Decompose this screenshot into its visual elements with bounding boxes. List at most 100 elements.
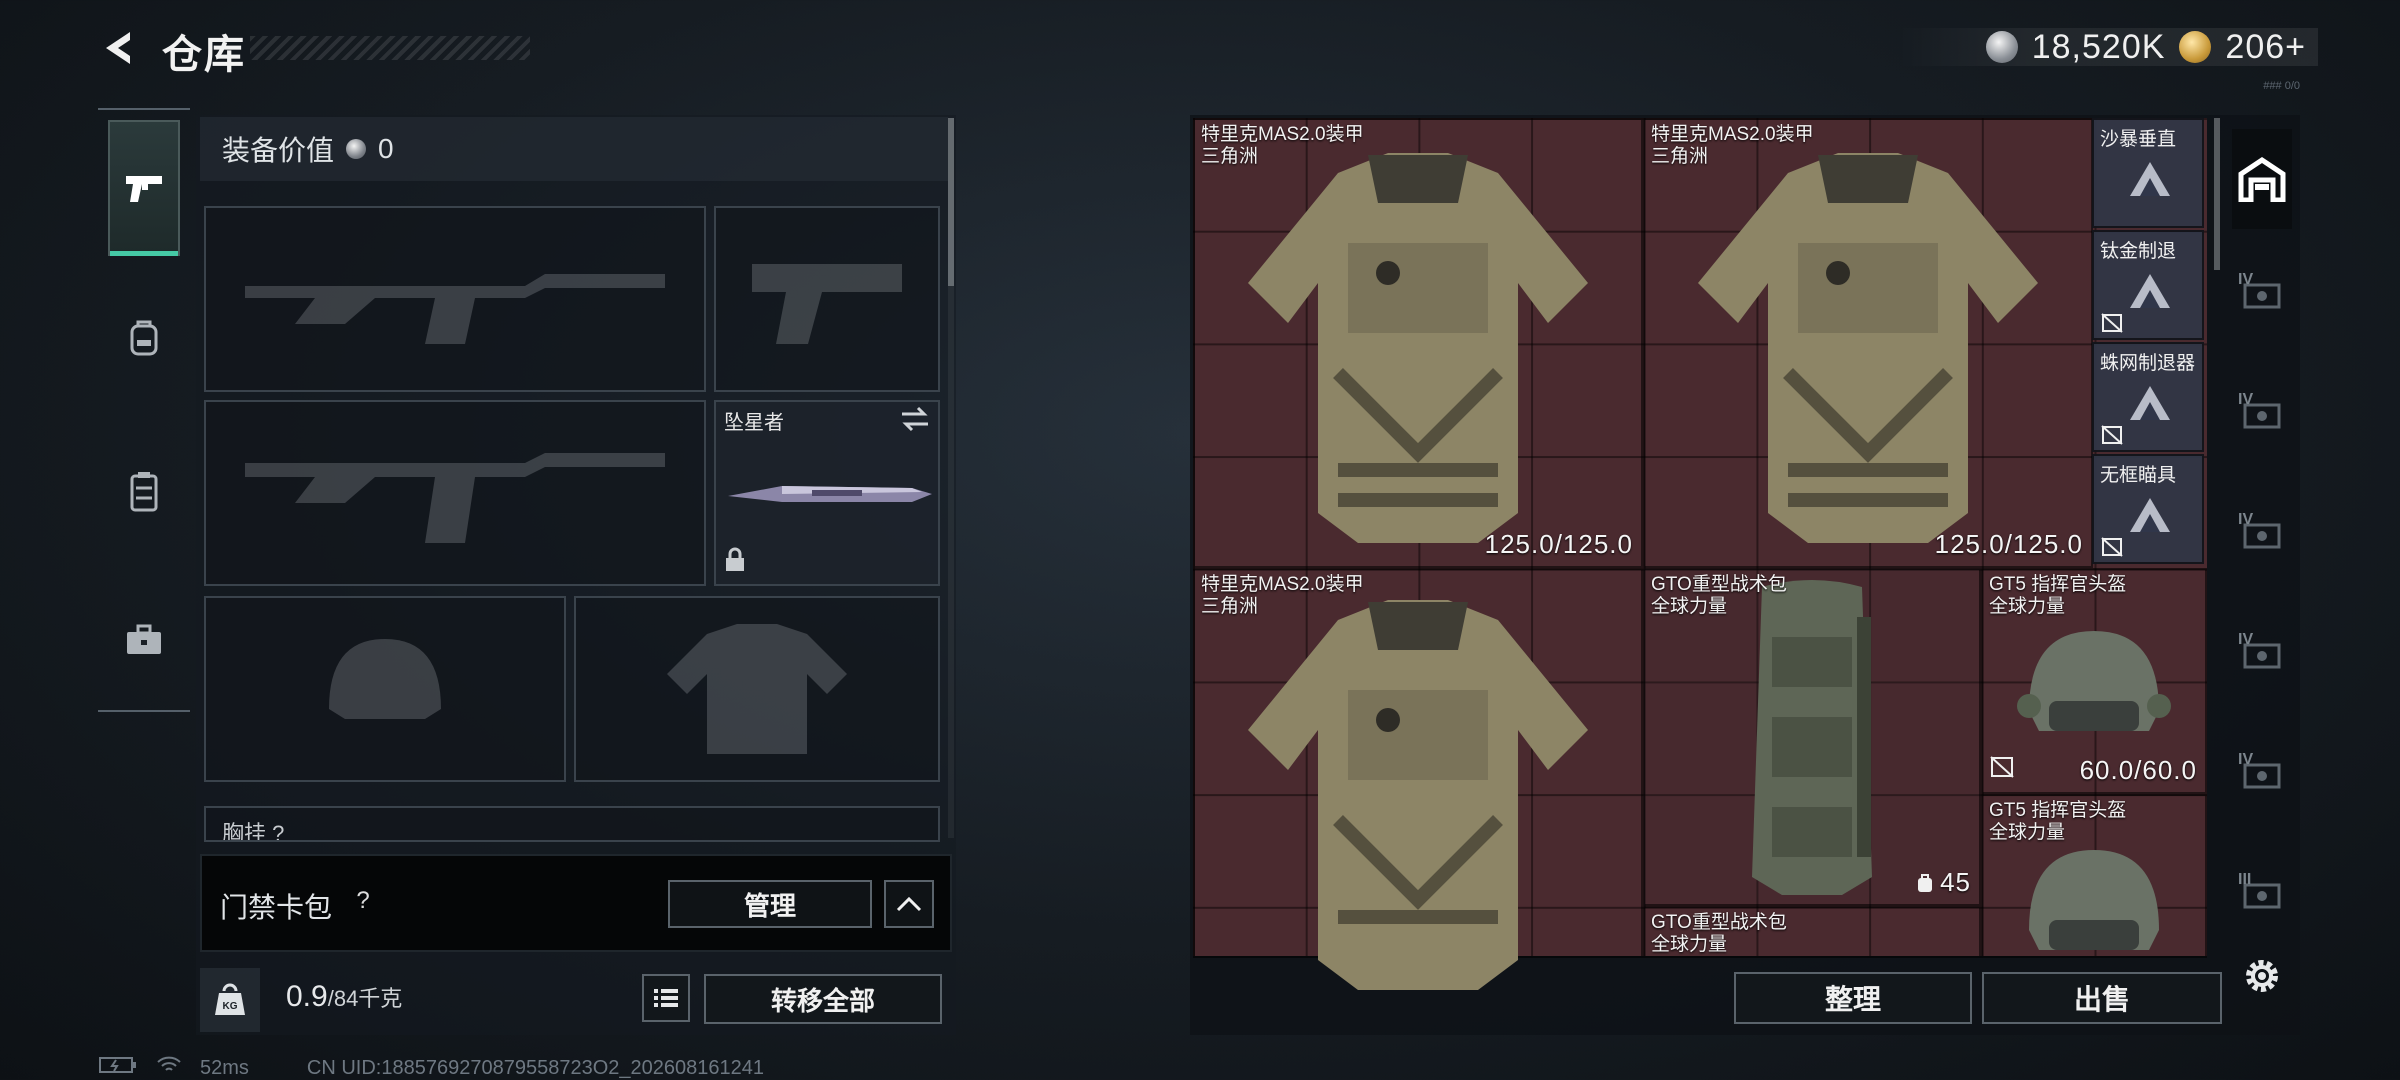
weight-readout: 0.9/84千克	[286, 980, 402, 1014]
warehouse-item-backpack[interactable]: GTO重型战术包 全球力量 45	[1643, 568, 1981, 906]
organize-button[interactable]: 整理	[1734, 972, 1972, 1024]
storage-tab-case[interactable]: IV	[2232, 365, 2292, 465]
gold-currency-value[interactable]: 206+	[2225, 28, 2306, 67]
item-durability: 125.0/125.0	[1934, 529, 2083, 559]
silver-coin-icon	[1985, 31, 2018, 63]
swap-icon[interactable]	[900, 406, 930, 437]
briefcase-icon	[127, 624, 161, 654]
expand-button[interactable]	[884, 880, 934, 928]
attachment-name: 无框瞄具	[2100, 465, 2177, 486]
warehouse-scrollbar[interactable]	[2214, 118, 2220, 270]
item-name: GTO重型战术包	[1651, 912, 1787, 933]
rifle-silhouette-icon	[206, 402, 704, 584]
unlinked-icon	[2101, 537, 2123, 557]
chest-rig-row[interactable]: 胸挂 ?	[204, 806, 940, 842]
gold-coin-icon	[2179, 31, 2212, 63]
sidearm-slot[interactable]	[714, 206, 940, 392]
melee-name: 坠星者	[724, 412, 784, 434]
gear-icon	[2246, 960, 2278, 992]
storage-tab-level: IV	[2238, 751, 2254, 768]
warehouse-item-attachment[interactable]: 蛛网制退器	[2092, 342, 2204, 452]
status-line: 52ms CN UID:1885769270879558723O2_202608…	[98, 1055, 764, 1080]
warehouse-item-attachment[interactable]: 钛金制退	[2092, 230, 2204, 340]
attachment-name: 钛金制退	[2100, 241, 2177, 262]
secondary-weapon-slot[interactable]	[204, 400, 706, 586]
lock-icon	[724, 547, 746, 578]
item-name: 特里克MAS2.0装甲	[1201, 574, 1364, 595]
tab-case[interactable]	[108, 572, 180, 708]
melee-slot[interactable]: 坠星者	[714, 400, 940, 586]
warehouse-item-armor[interactable]: 特里克MAS2.0装甲 三角洲 125.0/125.0	[1193, 118, 1643, 568]
manage-button[interactable]: 管理	[668, 880, 872, 928]
back-arrow-icon	[106, 32, 130, 64]
item-brand: 三角洲	[1651, 146, 1709, 167]
settings-button[interactable]	[2236, 950, 2288, 1002]
wifi-icon	[156, 1055, 182, 1080]
tab-weapons[interactable]	[108, 120, 180, 256]
rifle-silhouette-icon	[206, 208, 704, 390]
knife-icon	[722, 472, 936, 521]
title-decoration	[250, 36, 530, 60]
equip-value-label: 装备价值	[222, 135, 335, 166]
warehouse-item-armor[interactable]: 特里克MAS2.0装甲 三角洲 125.0/125.0	[1643, 118, 2093, 568]
body-armor-slot[interactable]	[574, 596, 940, 782]
warehouse-item-helmet[interactable]: GT5 指挥官头盔 全球力量	[1981, 794, 2207, 958]
tab-gear[interactable]	[108, 270, 180, 406]
transfer-all-button[interactable]: 转移全部	[704, 974, 942, 1024]
primary-weapon-slot[interactable]	[204, 206, 706, 392]
storage-tab-main[interactable]	[2232, 129, 2292, 229]
helmet-slot[interactable]	[204, 596, 566, 782]
attachment-name: 沙暴垂直	[2100, 129, 2177, 150]
warehouse-item-attachment[interactable]: 无框瞄具	[2092, 454, 2204, 564]
item-brand: 三角洲	[1201, 146, 1259, 167]
item-brand: 全球力量	[1989, 596, 2066, 617]
item-durability: 125.0/125.0	[1484, 529, 1633, 559]
storage-tab-case[interactable]: IV	[2232, 725, 2292, 825]
unlinked-icon	[2101, 313, 2123, 333]
attachment-name: 蛛网制退器	[2100, 353, 2196, 374]
equip-value: 0	[378, 133, 394, 164]
warehouse-item-helmet[interactable]: GT5 指挥官头盔 全球力量 60.0/60.0	[1981, 568, 2207, 794]
armor-icon	[1645, 120, 2091, 566]
chevron-up-icon	[896, 896, 922, 912]
item-brand: 全球力量	[1651, 934, 1728, 955]
attachment-icon	[2130, 498, 2170, 532]
warehouse-item-backpack[interactable]: GTO重型战术包 全球力量	[1643, 906, 1981, 958]
backpack-icon	[130, 320, 158, 356]
help-icon[interactable]: ?	[348, 886, 378, 916]
keycard-label: 门禁卡包	[220, 892, 333, 923]
storage-tab-case[interactable]: IV	[2232, 485, 2292, 585]
page-title: 仓库	[162, 33, 246, 77]
item-brand: 三角洲	[1201, 596, 1259, 617]
loadout-scroll-thumb[interactable]	[948, 118, 954, 286]
storage-tab-case[interactable]: IV	[2232, 245, 2292, 345]
item-name: 特里克MAS2.0装甲	[1201, 124, 1364, 145]
back-button[interactable]	[96, 24, 144, 72]
item-name: 特里克MAS2.0装甲	[1651, 124, 1814, 145]
warehouse-item-attachment[interactable]: 沙暴垂直	[2092, 118, 2204, 228]
item-brand: 全球力量	[1989, 822, 2066, 843]
unlinked-icon	[1989, 755, 2015, 784]
warehouse-item-armor[interactable]: 特里克MAS2.0装甲 三角洲	[1193, 568, 1643, 990]
armor-icon	[1195, 120, 1641, 566]
storage-tab-level: III	[2238, 871, 2252, 888]
storage-tab-case[interactable]: III	[2232, 845, 2292, 945]
storage-tabs: IV IV IV IV IV III	[2222, 115, 2300, 945]
tab-rig[interactable]	[108, 424, 180, 560]
silver-currency-value: 18,520K	[2031, 27, 2166, 66]
unlinked-icon	[2101, 425, 2123, 445]
battery-icon	[98, 1055, 138, 1080]
equip-value-header: 装备价值 0	[200, 117, 948, 181]
storage-tab-level: IV	[2238, 631, 2254, 648]
list-view-button[interactable]	[642, 974, 690, 1022]
storage-tab-level: IV	[2238, 271, 2254, 288]
silver-coin-icon	[346, 139, 367, 159]
sell-button[interactable]: 出售	[1982, 972, 2222, 1024]
pistol-silhouette-icon	[716, 208, 938, 390]
list-icon	[654, 989, 678, 1007]
item-count: 45	[1940, 867, 1971, 897]
vest-icon	[130, 472, 158, 512]
weight-icon: KG	[200, 968, 260, 1032]
pistol-icon	[126, 176, 162, 202]
storage-tab-case[interactable]: IV	[2232, 605, 2292, 705]
